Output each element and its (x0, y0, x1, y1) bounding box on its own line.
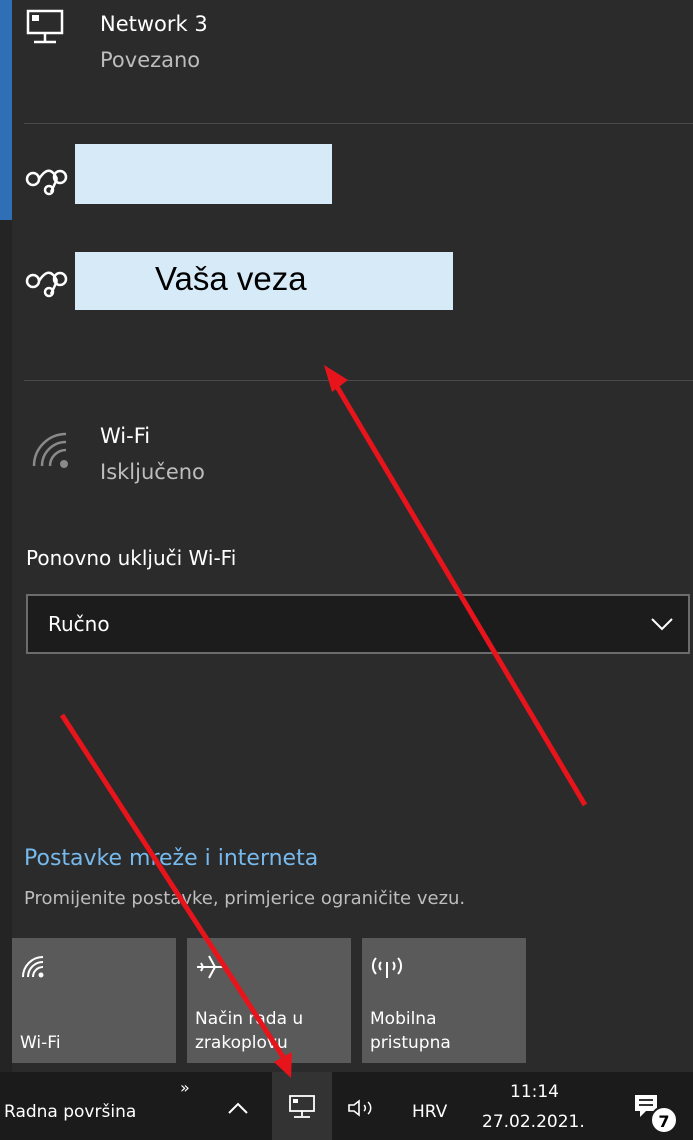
hotspot-icon (372, 957, 402, 978)
dialup-icon (25, 271, 68, 298)
network-tray-button[interactable] (272, 1072, 332, 1140)
background-window-edge (0, 0, 12, 220)
network-settings-link[interactable]: Postavke mreže i interneta (24, 846, 318, 871)
tile-label: Wi-Fi (20, 1033, 61, 1053)
clock-time[interactable]: 11:14 (510, 1082, 559, 1102)
speaker-icon[interactable] (346, 1098, 380, 1118)
reenable-wifi-dropdown[interactable]: Ručno (26, 594, 690, 654)
wifi-off-icon (32, 432, 68, 468)
network-status: Povezano (100, 48, 201, 72)
tile-label: Način rada u zrakoplovu (195, 1009, 304, 1053)
taskbar: Radna površina » HRV 11:14 27.02.2021. 7 (0, 1072, 693, 1140)
wifi-icon (22, 956, 44, 978)
network-name: Network 3 (100, 12, 208, 36)
divider (24, 380, 693, 381)
network-icon (289, 1095, 315, 1118)
background-window-edge-dark (0, 220, 12, 1072)
tile-wifi[interactable]: Wi-Fi (12, 938, 176, 1063)
ethernet-icon (26, 9, 64, 44)
language-indicator[interactable]: HRV (412, 1102, 447, 1122)
chevron-down-icon (651, 618, 673, 631)
dialup-icon (25, 169, 68, 196)
connection-annotation-label: Vaša veza (155, 260, 307, 297)
divider (24, 123, 693, 124)
reenable-wifi-label: Ponovno uključi Wi-Fi (26, 546, 237, 570)
desktop-toolbar-label[interactable]: Radna površina (4, 1102, 136, 1122)
wifi-status: Isključeno (100, 460, 205, 484)
tile-airplane-mode[interactable]: Način rada u zrakoplovu (187, 938, 351, 1063)
wifi-name: Wi-Fi (100, 424, 151, 448)
airplane-icon (197, 955, 223, 979)
toolbar-expand-icon[interactable]: » (180, 1078, 190, 1097)
network-settings-description: Promijenite postavke, primjerice ogranič… (24, 888, 466, 909)
tile-label: Mobilna pristupna (370, 1009, 451, 1053)
notification-count-badge: 7 (650, 1106, 678, 1134)
chevron-up-icon[interactable] (226, 1100, 250, 1116)
redacted-connection-name (75, 144, 332, 204)
clock-date[interactable]: 27.02.2021. (482, 1112, 585, 1132)
dropdown-selected-value: Ručno (48, 612, 110, 636)
tile-mobile-hotspot[interactable]: Mobilna pristupna (362, 938, 526, 1063)
